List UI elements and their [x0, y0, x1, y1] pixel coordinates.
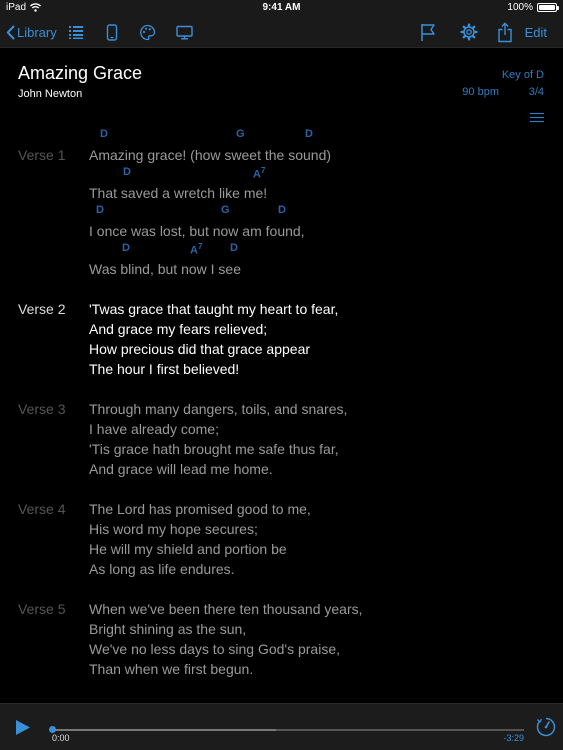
share-button[interactable]: [497, 16, 513, 48]
status-time: 9:41 AM: [262, 2, 301, 13]
lyric-line: When we've been there ten thousand years…: [89, 601, 363, 617]
verse-label: Verse 2: [18, 301, 66, 317]
edit-button[interactable]: Edit: [525, 16, 547, 48]
sections-menu-button[interactable]: [530, 110, 544, 128]
song-key[interactable]: Key of D: [502, 69, 544, 81]
song-tempo[interactable]: 90 bpm: [462, 86, 499, 98]
lyric-line: As long as life endures.: [89, 561, 235, 577]
chord: D: [305, 128, 313, 140]
chord: A7: [190, 242, 203, 257]
lyric-line: And grace will lead me home.: [89, 461, 273, 477]
chord: D: [123, 166, 131, 178]
metronome-icon: [536, 717, 556, 737]
lyric-line: Amazing grace! (how sweet the sound): [89, 147, 332, 163]
song-time-signature[interactable]: 3/4: [529, 86, 544, 98]
battery-percent: 100%: [507, 2, 533, 13]
lyric-line: Bright shining as the sun,: [89, 621, 247, 637]
lyric-line: Was blind, but now I see: [89, 261, 242, 277]
metronome-button[interactable]: [535, 716, 557, 743]
settings-button[interactable]: [460, 16, 478, 48]
chord: G: [221, 204, 230, 216]
progress-buffered: [52, 729, 276, 731]
progress-knob[interactable]: [49, 726, 56, 733]
chord: D: [100, 128, 108, 140]
audio-player: 0:00 -3:29: [0, 703, 563, 750]
lyric-line: The hour I first believed!: [89, 361, 240, 377]
lyric-line: I once was lost, but now am found,: [89, 223, 305, 239]
remaining-time: -3:29: [503, 733, 524, 743]
chord: D: [122, 242, 130, 254]
lyric-line: Than when we first begun.: [89, 661, 254, 677]
chevron-left-icon: [6, 25, 15, 39]
theme-button[interactable]: [139, 16, 156, 48]
flag-button[interactable]: [420, 16, 436, 48]
battery-group: 100%: [507, 2, 559, 13]
palette-icon: [140, 24, 156, 40]
verse-label: Verse 3: [18, 401, 66, 417]
lyric-line: I have already come;: [89, 421, 219, 437]
verse-label: Verse 1: [18, 147, 66, 163]
status-bar: iPad 9:41 AM 100%: [0, 0, 563, 16]
lyric-line: 'Twas grace that taught my heart to fear…: [89, 301, 339, 317]
lyric-line: And grace my fears relieved;: [89, 321, 268, 337]
lyric-line: The Lord has promised good to me,: [89, 501, 311, 517]
lyric-line: Through many dangers, toils, and snares,: [89, 401, 348, 417]
chord: D: [230, 242, 238, 254]
outline-icon: [69, 26, 83, 39]
elapsed-time: 0:00: [52, 733, 70, 743]
flag-icon: [421, 23, 435, 41]
lyric-line: That saved a wretch like me!: [89, 185, 268, 201]
toolbar: Library Edit: [0, 16, 563, 48]
chord: A7: [253, 166, 266, 181]
phone-icon: [106, 23, 118, 41]
song-title: Amazing Grace: [18, 63, 143, 83]
battery-icon: [537, 3, 559, 12]
verse-label: Verse 4: [18, 501, 66, 517]
library-back-label: Library: [17, 24, 57, 40]
verse-label: Verse 5: [18, 601, 66, 617]
monitor-icon: [176, 25, 193, 40]
lyric-line: We've no less days to sing God's praise,: [89, 641, 340, 657]
chord: D: [278, 204, 286, 216]
menu-icon: [530, 112, 544, 123]
play-button[interactable]: [15, 719, 31, 741]
play-icon: [16, 720, 30, 735]
chord: G: [236, 128, 245, 140]
lyric-line: He will my shield and portion be: [89, 541, 287, 557]
device-button[interactable]: [106, 16, 118, 48]
lyric-line: 'Tis grace hath brought me safe thus far…: [89, 441, 339, 457]
outline-button[interactable]: [68, 16, 84, 48]
display-button[interactable]: [176, 16, 193, 48]
lyric-line: His word my hope secures;: [89, 521, 258, 537]
song-author: John Newton: [18, 88, 83, 100]
progress-track[interactable]: [52, 729, 524, 731]
lyric-line: How precious did that grace appear: [89, 341, 311, 357]
gear-icon: [460, 23, 478, 41]
library-back-button[interactable]: Library: [6, 16, 57, 48]
share-icon: [498, 21, 512, 42]
chord: D: [96, 204, 104, 216]
